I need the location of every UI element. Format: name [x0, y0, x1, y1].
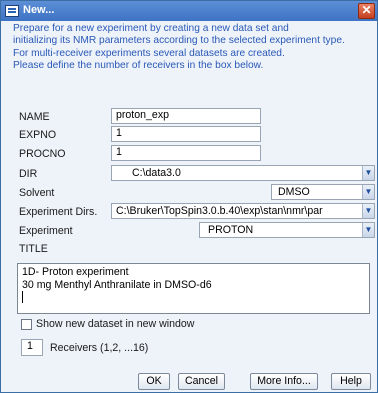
new-experiment-dialog: New... ✕ Prepare for a new experiment by… — [0, 0, 378, 393]
text-caret — [22, 291, 365, 307]
chevron-down-icon[interactable]: ▼ — [362, 166, 374, 180]
title-line: 30 mg Menthyl Anthranilate in DMSO-d6 — [22, 278, 212, 291]
experiment-value: PROTON — [208, 224, 254, 236]
info-text: Prepare for a new experiment by creating… — [13, 23, 345, 73]
cancel-button[interactable]: Cancel — [178, 373, 225, 390]
experiment-dirs-value: C:\Bruker\TopSpin3.0.b.40\exp\stan\nmr\p… — [116, 205, 323, 217]
window-title: New... — [23, 4, 55, 16]
expno-label: EXPNO — [19, 129, 57, 141]
title-textarea[interactable]: 1D- Proton experiment 30 mg Menthyl Anth… — [17, 263, 370, 314]
solvent-label: Solvent — [19, 187, 55, 199]
dir-value: C:\data3.0 — [132, 167, 181, 179]
title-line: 1D- Proton experiment — [22, 266, 129, 278]
close-icon: ✕ — [361, 3, 372, 17]
more-info-button[interactable]: More Info... — [250, 373, 318, 390]
info-line: Prepare for a new experiment by creating… — [13, 23, 289, 34]
procno-field[interactable]: 1 — [111, 145, 261, 161]
close-button[interactable]: ✕ — [358, 3, 375, 19]
experiment-label: Experiment — [19, 225, 73, 237]
ok-button[interactable]: OK — [138, 373, 170, 390]
show-new-dataset-checkbox[interactable] — [21, 319, 32, 330]
chevron-down-icon[interactable]: ▼ — [362, 223, 374, 237]
solvent-dropdown[interactable]: DMSO ▼ — [271, 184, 375, 200]
name-label: NAME — [19, 111, 50, 123]
chevron-down-icon[interactable]: ▼ — [362, 204, 374, 218]
info-line: Please define the number of receivers in… — [13, 60, 264, 72]
experiment-dirs-label: Experiment Dirs. — [19, 206, 98, 218]
dir-label: DIR — [19, 168, 38, 180]
info-line: For multi-receiver experiments several d… — [13, 47, 285, 59]
receivers-label: Receivers (1,2, ...16) — [50, 342, 149, 354]
procno-label: PROCNO — [19, 148, 66, 160]
dialog-icon — [5, 5, 19, 17]
chevron-down-icon[interactable]: ▼ — [362, 185, 374, 199]
name-field[interactable]: proton_exp — [111, 108, 261, 124]
experiment-dirs-dropdown[interactable]: C:\Bruker\TopSpin3.0.b.40\exp\stan\nmr\p… — [111, 203, 375, 219]
solvent-value: DMSO — [278, 186, 310, 198]
dir-dropdown[interactable]: C:\data3.0 ▼ — [111, 165, 375, 181]
show-new-dataset-label: Show new dataset in new window — [36, 318, 195, 330]
help-button[interactable]: Help — [331, 373, 371, 390]
expno-field[interactable]: 1 — [111, 126, 261, 142]
experiment-dropdown[interactable]: PROTON ▼ — [199, 222, 375, 238]
title-bar[interactable]: New... ✕ — [1, 1, 377, 21]
info-line: initializing its NMR parameters accordin… — [13, 35, 345, 47]
title-label: TITLE — [19, 243, 48, 255]
receivers-field[interactable]: 1 — [21, 339, 43, 356]
